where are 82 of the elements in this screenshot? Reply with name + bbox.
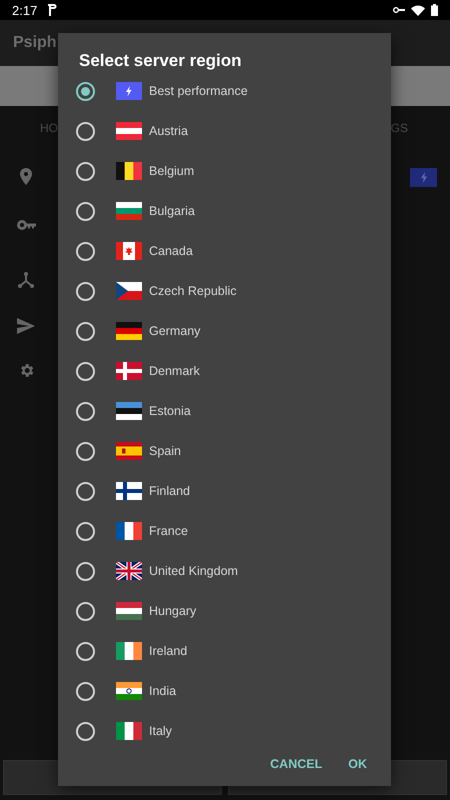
flag-icon <box>116 482 142 500</box>
flag-icon <box>116 362 142 380</box>
radio-button[interactable] <box>76 482 95 500</box>
lightning-icon <box>116 82 142 100</box>
radio-button[interactable] <box>76 402 95 420</box>
region-option[interactable]: Czech Republic <box>58 271 391 311</box>
region-option[interactable]: India <box>58 671 391 711</box>
radio-button[interactable] <box>76 442 95 460</box>
flag-icon <box>116 242 142 260</box>
battery-icon <box>431 4 438 16</box>
region-label: Spain <box>149 444 181 458</box>
radio-button[interactable] <box>76 242 95 260</box>
app-logo-icon <box>47 3 58 17</box>
region-label: Best performance <box>149 84 248 98</box>
region-label: Italy <box>149 724 172 738</box>
status-time: 2:17 <box>12 2 38 18</box>
flag-icon <box>116 522 142 540</box>
region-option[interactable]: Ireland <box>58 631 391 671</box>
radio-button[interactable] <box>76 602 95 620</box>
region-option[interactable]: Finland <box>58 471 391 511</box>
radio-button[interactable] <box>76 362 95 380</box>
region-label: Ireland <box>149 644 188 658</box>
lightning-icon <box>420 172 426 183</box>
region-option[interactable]: Estonia <box>58 391 391 431</box>
flag-icon <box>116 282 142 300</box>
dialog-button[interactable]: CANCEL <box>260 748 332 778</box>
flag-icon <box>116 682 142 700</box>
region-label: France <box>149 524 188 538</box>
radio-button[interactable] <box>76 322 95 340</box>
region-label: Finland <box>149 484 190 498</box>
region-label: Austria <box>149 124 188 138</box>
radio-button[interactable] <box>76 202 95 220</box>
key-icon <box>393 6 405 14</box>
flag-icon <box>116 562 142 580</box>
region-option[interactable]: Belgium <box>58 151 391 191</box>
dialog-button[interactable]: OK <box>338 748 377 778</box>
app-title: Psiph <box>13 34 57 52</box>
radio-button[interactable] <box>76 122 95 140</box>
radio-button[interactable] <box>76 162 95 180</box>
region-option[interactable]: Denmark <box>58 351 391 391</box>
region-option[interactable]: Spain <box>58 431 391 471</box>
radio-button[interactable] <box>76 642 95 660</box>
region-option[interactable]: Italy <box>58 711 391 741</box>
region-label: India <box>149 684 176 698</box>
flag-icon <box>116 402 142 420</box>
region-label: United Kingdom <box>149 564 238 578</box>
flag-icon <box>116 322 142 340</box>
region-label: Belgium <box>149 164 194 178</box>
region-label: Hungary <box>149 604 196 618</box>
region-label: Canada <box>149 244 193 258</box>
dialog-title: Select server region <box>78 50 243 71</box>
region-option[interactable]: Best performance <box>58 71 391 111</box>
radio-button[interactable] <box>76 82 95 100</box>
flag-icon <box>116 642 142 660</box>
radio-button[interactable] <box>76 282 95 300</box>
radio-button[interactable] <box>76 722 95 740</box>
radio-button[interactable] <box>76 522 95 540</box>
location-pin-icon <box>20 168 32 185</box>
region-option[interactable]: Canada <box>58 231 391 271</box>
key-icon <box>16 220 36 230</box>
region-label: Denmark <box>149 364 200 378</box>
region-option[interactable]: Hungary <box>58 591 391 631</box>
region-option[interactable]: Austria <box>58 111 391 151</box>
send-icon <box>17 318 35 334</box>
share-nodes-icon <box>18 272 34 288</box>
flag-icon <box>116 722 142 740</box>
flag-icon <box>116 162 142 180</box>
flag-icon <box>116 202 142 220</box>
region-option[interactable]: United Kingdom <box>58 551 391 591</box>
region-option[interactable]: Bulgaria <box>58 191 391 231</box>
radio-button[interactable] <box>76 682 95 700</box>
region-option[interactable]: France <box>58 511 391 551</box>
wifi-icon <box>411 4 425 16</box>
region-label: Bulgaria <box>149 204 195 218</box>
flag-icon <box>116 122 142 140</box>
region-label: Germany <box>149 324 200 338</box>
radio-button[interactable] <box>76 562 95 580</box>
region-label: Estonia <box>149 404 191 418</box>
flag-icon <box>116 602 142 620</box>
region-option[interactable]: Germany <box>58 311 391 351</box>
flag-icon <box>116 442 142 460</box>
region-label: Czech Republic <box>149 284 237 298</box>
